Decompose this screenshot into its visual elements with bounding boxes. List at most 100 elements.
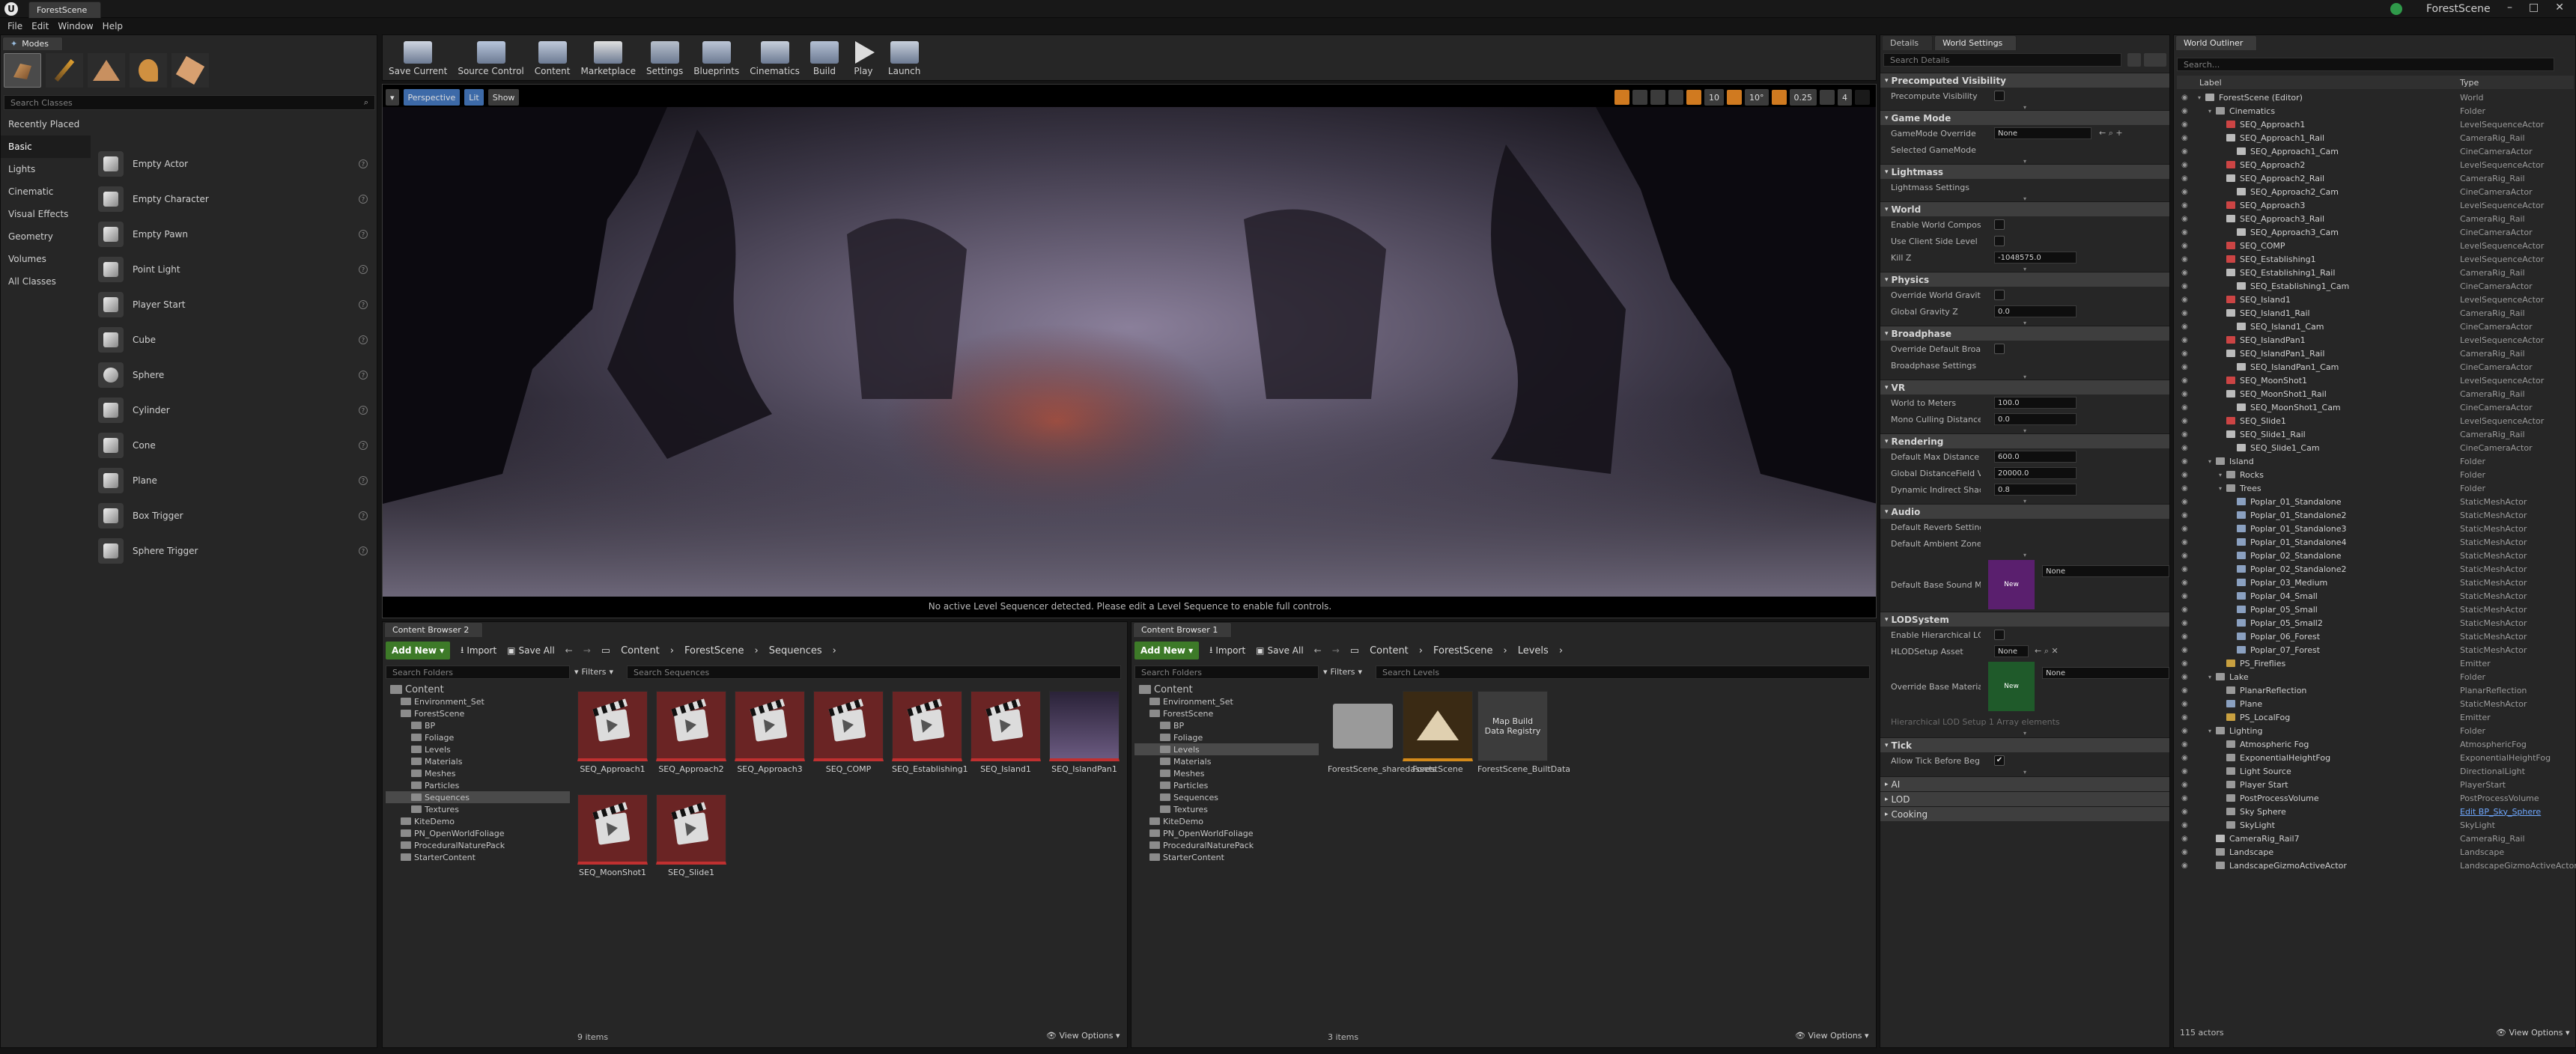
section-ai[interactable]: ▸ AI (1880, 776, 2169, 791)
visibility-eye-icon[interactable]: ◉ (2181, 848, 2192, 856)
outliner-row[interactable]: ◉ Poplar_01_Standalone StaticMeshActor (2177, 495, 2574, 508)
section-rendering[interactable]: ▾ Rendering (1880, 433, 2169, 448)
content-button[interactable]: Content (532, 37, 574, 79)
crumb-content[interactable]: Content (1370, 645, 1409, 657)
folder-levels[interactable]: Levels (1134, 743, 1319, 755)
folder-forestscene[interactable]: ForestScene (1134, 707, 1319, 719)
outliner-row[interactable]: ◉ SEQ_Island1_Cam CineCameraActor (2177, 320, 2574, 333)
section-game-mode[interactable]: ▾ Game Mode (1880, 110, 2169, 125)
outliner-row[interactable]: ◉ SEQ_IslandPan1 LevelSequenceActor (2177, 333, 2574, 347)
camera-speed-icon[interactable] (1820, 90, 1835, 105)
section-world[interactable]: ▾ World (1880, 201, 2169, 216)
folder-textures[interactable]: Textures (386, 803, 570, 815)
checkbox[interactable] (1994, 219, 2005, 230)
visibility-eye-icon[interactable]: ◉ (2181, 134, 2192, 142)
build-button[interactable]: Build (807, 37, 842, 79)
outliner-row[interactable]: ◉ Light Source DirectionalLight (2177, 764, 2574, 778)
col-type[interactable]: Type (2460, 78, 2479, 88)
info-icon[interactable]: ? (359, 230, 368, 239)
cb2-import-button[interactable]: ⭳ Import (461, 643, 496, 659)
play-button[interactable]: Play (846, 37, 881, 79)
advanced-toggle-icon[interactable]: ▾ (1880, 427, 2169, 434)
folder-kitedemo[interactable]: KiteDemo (386, 815, 570, 827)
outliner-row[interactable]: ◉ CameraRig_Rail7 CameraRig_Rail (2177, 832, 2574, 845)
section-lightmass[interactable]: ▾ Lightmass (1880, 164, 2169, 179)
outliner-row[interactable]: ◉ Poplar_01_Standalone4 StaticMeshActor (2177, 535, 2574, 549)
cb1-search-folders[interactable]: Search Folders (1134, 665, 1319, 679)
folder-foliage[interactable]: Foliage (386, 731, 570, 743)
visibility-eye-icon[interactable]: ◉ (2181, 377, 2192, 385)
number-field[interactable]: 0.0 (1994, 413, 2077, 425)
outliner-row[interactable]: ◉ PlanarReflection PlanarReflection (2177, 683, 2574, 697)
visibility-eye-icon[interactable]: ◉ (2181, 242, 2192, 250)
outliner-row[interactable]: ◉ ▾ Trees Folder (2177, 481, 2574, 495)
advanced-toggle-icon[interactable]: ▾ (1880, 552, 2169, 558)
info-icon[interactable]: ? (359, 195, 368, 204)
launch-button[interactable]: Launch (885, 37, 923, 79)
visibility-eye-icon[interactable]: ◉ (2181, 201, 2192, 210)
outliner-row[interactable]: ◉ Poplar_04_Small StaticMeshActor (2177, 589, 2574, 603)
cb2-search-assets[interactable]: Search Sequences (627, 665, 1121, 679)
folder-meshes[interactable]: Meshes (386, 767, 570, 779)
visibility-eye-icon[interactable]: ◉ (2181, 107, 2192, 115)
scale-snap-value[interactable]: 0.25 (1789, 89, 1817, 106)
info-icon[interactable]: ? (359, 159, 368, 168)
search-classes-input[interactable]: Search Classes ⌕ (4, 95, 375, 110)
folder-startercontent[interactable]: StarterContent (386, 851, 570, 863)
visibility-eye-icon[interactable]: ◉ (2181, 94, 2192, 102)
place-item-box-trigger[interactable]: Box Trigger? (98, 501, 375, 531)
outliner-row[interactable]: ◉ SkyLight SkyLight (2177, 818, 2574, 832)
cb1-import-button[interactable]: ⭳ Import (1209, 643, 1245, 659)
visibility-eye-icon[interactable]: ◉ (2181, 147, 2192, 156)
outliner-row[interactable]: ◉ Landscape Landscape (2177, 845, 2574, 859)
gamemode-combo[interactable]: None (1994, 127, 2092, 139)
place-item-player-start[interactable]: Player Start? (98, 290, 375, 320)
outliner-row[interactable]: ◉ ▾ Rocks Folder (2177, 468, 2574, 481)
folder-bp[interactable]: BP (386, 719, 570, 731)
outliner-row[interactable]: ◉ Poplar_02_Standalone2 StaticMeshActor (2177, 562, 2574, 576)
folder-environment-set[interactable]: Environment_Set (386, 695, 570, 707)
outliner-row[interactable]: ◉ PS_LocalFog Emitter (2177, 710, 2574, 724)
visibility-eye-icon[interactable]: ◉ (2181, 228, 2192, 237)
camera-speed-value[interactable]: 4 (1838, 89, 1852, 106)
cb2-save-all-button[interactable]: ▣ Save All (507, 645, 555, 656)
visibility-eye-icon[interactable]: ◉ (2181, 579, 2192, 587)
number-field[interactable]: 600.0 (1994, 451, 2077, 463)
advanced-toggle-icon[interactable]: ▾ (1880, 266, 2169, 272)
outliner-view-options[interactable]: 👁 View Options ▾ (2496, 1028, 2570, 1038)
folder-sequences[interactable]: Sequences (386, 791, 570, 803)
outliner-row[interactable]: ◉ SEQ_MoonShot1_Rail CameraRig_Rail (2177, 387, 2574, 400)
section-tick[interactable]: ▾ Tick (1880, 737, 2169, 752)
place-item-empty-actor[interactable]: Empty Actor? (98, 149, 375, 179)
browse-icons[interactable]: ← ⌕ + (2099, 128, 2123, 138)
menu-edit[interactable]: Edit (31, 21, 49, 31)
back-icon[interactable]: ← (1314, 645, 1322, 656)
asset-seq-establishing1[interactable]: SEQ_Establishing1 (892, 691, 968, 774)
asset-builtdata[interactable]: Map Build Data Registry ForestScene_Buil… (1477, 691, 1570, 774)
maximize-viewport-icon[interactable] (1855, 90, 1870, 105)
forward-icon[interactable]: → (583, 645, 591, 656)
visibility-eye-icon[interactable]: ◉ (2181, 350, 2192, 358)
visibility-eye-icon[interactable]: ◉ (2181, 498, 2192, 506)
folder-environment-set[interactable]: Environment_Set (1134, 695, 1319, 707)
folder-sequences[interactable]: Sequences (1134, 791, 1319, 803)
folder-forestscene[interactable]: ForestScene (386, 707, 570, 719)
info-icon[interactable]: ? (359, 476, 368, 485)
place-item-cylinder[interactable]: Cylinder? (98, 395, 375, 425)
cb1-search-assets[interactable]: Search Levels (1376, 665, 1870, 679)
cb1-add-new-button[interactable]: Add New ▾ (1134, 642, 1200, 659)
folder-content[interactable]: Content (386, 683, 570, 695)
folder-meshes[interactable]: Meshes (1134, 767, 1319, 779)
section-vr[interactable]: ▾ VR (1880, 380, 2169, 395)
place-item-point-light[interactable]: Point Light? (98, 255, 375, 284)
visibility-eye-icon[interactable]: ◉ (2181, 121, 2192, 129)
section-precomputed-visibility[interactable]: ▾ Precomputed Visibility (1880, 73, 2169, 88)
visibility-eye-icon[interactable]: ◉ (2181, 471, 2192, 479)
outliner-row[interactable]: ◉ ▾ Lighting Folder (2177, 724, 2574, 737)
advanced-toggle-icon[interactable]: ▾ (1880, 769, 2169, 776)
blueprints-button[interactable]: Blueprints (690, 37, 742, 79)
cb2-view-options[interactable]: 👁 View Options ▾ (1046, 1031, 1120, 1041)
advanced-toggle-icon[interactable]: ▾ (1880, 158, 2169, 165)
outliner-row[interactable]: ◉ SEQ_Slide1 LevelSequenceActor (2177, 414, 2574, 427)
folder-content[interactable]: Content (1134, 683, 1319, 695)
